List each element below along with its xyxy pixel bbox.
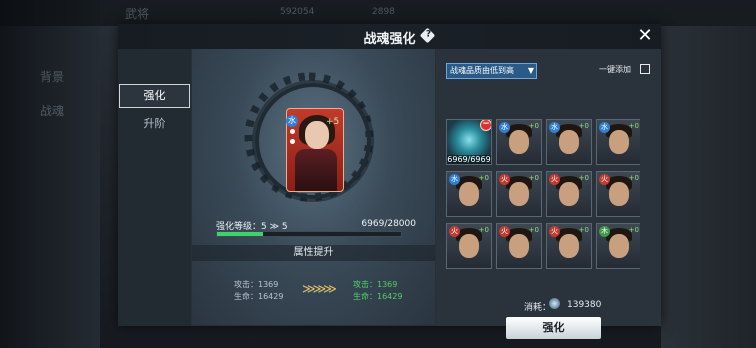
plus-level: +0	[578, 174, 589, 182]
material-item[interactable]: 水 +0	[596, 119, 640, 165]
element-badge-icon: 火	[449, 226, 460, 237]
hero-portrait	[559, 130, 579, 154]
plus-level: +0	[478, 174, 489, 182]
background-currency-1: 592054	[280, 7, 315, 17]
hero-portrait	[509, 234, 529, 258]
exp-progress-fill	[217, 232, 263, 236]
modal-header: 战魂强化 ? ✕	[118, 24, 661, 49]
hero-portrait	[459, 234, 479, 258]
stat-hp-next: 生命：16429	[353, 292, 403, 301]
cost-label: 消耗：	[524, 303, 552, 313]
cost-value: 139380	[567, 300, 602, 310]
sort-label: 战魂品质由低到高	[450, 66, 514, 75]
material-item[interactable]: 火 +0	[496, 171, 542, 217]
exp-value: 6969/28000	[361, 219, 416, 229]
element-badge-icon: 木	[599, 226, 610, 237]
modal-title: 战魂强化	[363, 32, 416, 47]
element-badge-icon: 火	[499, 174, 510, 185]
hero-body	[295, 149, 337, 191]
material-item[interactable]: 火 +0	[446, 223, 492, 269]
attribute-header: 属性提升	[192, 245, 435, 261]
hero-portrait	[509, 130, 529, 154]
arrow-icon: ≫≫≫	[302, 282, 337, 297]
element-badge-icon: 火	[549, 174, 560, 185]
plus-level: +0	[478, 226, 489, 234]
stat-attack-next: 攻击：1369	[353, 280, 398, 289]
chevron-down-icon: ▼	[527, 66, 534, 75]
background-sidebar	[0, 0, 100, 348]
hero-portrait	[609, 234, 629, 258]
soul-exp: 6969/6969	[447, 155, 491, 164]
material-panel: 战魂品质由低到高 ▼ 一键添加 6969/6969− 水 +0 水 +0 水 +0 水 +0 火 +…	[436, 49, 661, 339]
element-badge-icon: 水	[599, 122, 610, 133]
material-grid: 6969/6969− 水 +0 水 +0 水 +0 水 +0 火 +0 火 +0 火 +0 火 +0 火 +0 火 +0…	[446, 119, 640, 286]
material-item[interactable]: 火 +0	[596, 171, 640, 217]
modal-sidebar: 强化 升阶	[118, 49, 191, 326]
plus-level: +0	[628, 174, 639, 182]
hero-portrait	[609, 182, 629, 206]
close-icon[interactable]: ✕	[635, 26, 655, 46]
plus-level: +0	[578, 226, 589, 234]
background-title: 武将	[125, 7, 150, 21]
material-item[interactable]: 木 +0	[596, 223, 640, 269]
material-item[interactable]: 火 +0	[546, 223, 592, 269]
material-item[interactable]: 水 +0	[446, 171, 492, 217]
plus-level: +0	[528, 226, 539, 234]
element-badge-icon: 水	[286, 115, 298, 127]
material-item[interactable]: 火 +0	[546, 171, 592, 217]
background-menu-item: 背景	[40, 70, 65, 84]
element-badge-icon: 水	[549, 122, 560, 133]
element-badge-icon: 火	[599, 174, 610, 185]
background-menu-item: 战魂	[40, 104, 65, 118]
plus-level: +0	[578, 122, 589, 130]
material-item[interactable]: 水 +0	[546, 119, 592, 165]
stats-current: 攻击：1369 生命：16429	[234, 279, 283, 303]
star-dots	[290, 129, 296, 149]
auto-add-label: 一键添加	[599, 65, 631, 74]
hero-portrait	[559, 182, 579, 206]
material-item[interactable]: 水 +0	[496, 119, 542, 165]
selected-soul-item[interactable]: 6969/6969 −	[446, 119, 492, 165]
hero-panel: 水 +5 强化等级：5 ≫ 5 6969/28000 属性提升 攻击：1369 …	[192, 49, 435, 325]
plus-level: +0	[628, 226, 639, 234]
stats-next: 攻击：1369 生命：16429	[353, 279, 402, 303]
stat-hp-current: 生命：16429	[234, 292, 284, 301]
auto-add-checkbox[interactable]	[640, 64, 650, 74]
stat-attack-current: 攻击：1369	[234, 280, 279, 289]
tab-enhance[interactable]: 强化	[119, 84, 190, 108]
element-badge-icon: 火	[499, 226, 510, 237]
soul-enhance-modal: 战魂强化 ? ✕ 强化 升阶 水 +5 强化等级：5 ≫ 5 6969/2800…	[118, 24, 661, 339]
remove-icon[interactable]: −	[480, 120, 491, 131]
material-item[interactable]: 火 +0	[496, 223, 542, 269]
element-badge-icon: 火	[549, 226, 560, 237]
background-right-panel	[661, 26, 756, 348]
soul-coin-icon	[549, 298, 560, 309]
hero-portrait	[509, 182, 529, 206]
enhance-button[interactable]: 强化	[506, 317, 601, 339]
element-badge-icon: 水	[449, 174, 460, 185]
exp-progress-bar	[216, 231, 402, 237]
background-currency-2: 2898	[372, 7, 395, 17]
hero-portrait	[609, 130, 629, 154]
plus-level: +0	[528, 174, 539, 182]
plus-level: +0	[528, 122, 539, 130]
hero-portrait	[559, 234, 579, 258]
tab-advance[interactable]: 升阶	[119, 113, 190, 135]
hero-portrait	[459, 182, 479, 206]
sort-dropdown[interactable]: 战魂品质由低到高 ▼	[446, 63, 537, 79]
hero-plus-level: +5	[326, 117, 340, 127]
plus-level: +0	[628, 122, 639, 130]
element-badge-icon: 水	[499, 122, 510, 133]
